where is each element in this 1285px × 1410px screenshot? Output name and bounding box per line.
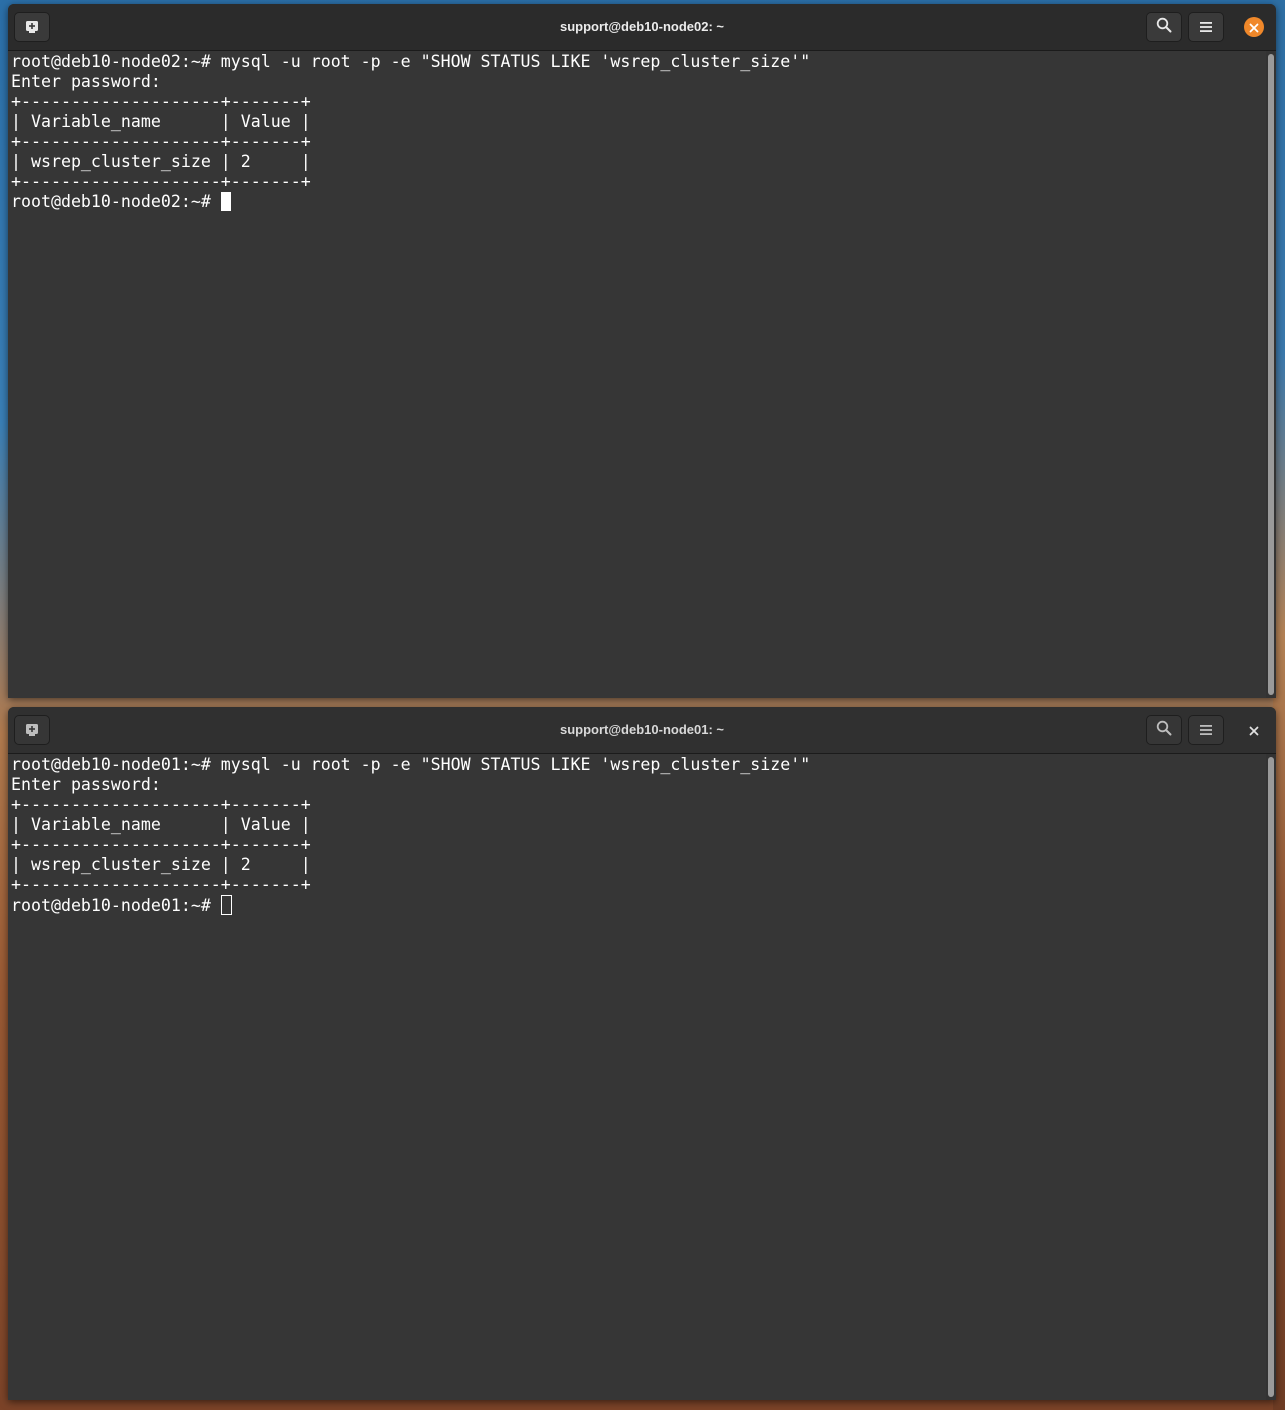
terminal-prompt-line[interactable]: root@deb10-node01:~# — [11, 895, 1266, 915]
close-icon — [1249, 721, 1259, 740]
search-button[interactable] — [1146, 12, 1182, 42]
scrollbar[interactable] — [1266, 51, 1276, 698]
terminal-line: +--------------------+-------+ — [11, 132, 311, 151]
terminal-line: +--------------------+-------+ — [11, 875, 311, 894]
terminal-line: | Variable_name | Value | — [11, 815, 311, 834]
terminal-prompt-line[interactable]: root@deb10-node02:~# — [11, 192, 1266, 212]
terminal-output[interactable]: root@deb10-node02:~# mysql -u root -p -e… — [8, 51, 1266, 698]
search-icon — [1156, 720, 1172, 740]
menu-button[interactable] — [1188, 12, 1224, 42]
terminal-line: root@deb10-node01:~# mysql -u root -p -e… — [11, 755, 811, 774]
scrollbar[interactable] — [1266, 754, 1276, 1400]
menu-button[interactable] — [1188, 715, 1224, 745]
window-titlebar[interactable]: support@deb10-node01: ~ — [8, 707, 1276, 754]
search-button[interactable] — [1146, 715, 1182, 745]
hamburger-menu-icon — [1200, 721, 1212, 740]
terminal-window-node02[interactable]: support@deb10-node02: ~ root@deb10-node0… — [8, 4, 1276, 698]
search-icon — [1156, 17, 1172, 37]
text-cursor — [220, 192, 231, 211]
close-button[interactable] — [1244, 720, 1264, 740]
window-title: support@deb10-node01: ~ — [559, 722, 724, 737]
window-title: support@deb10-node02: ~ — [559, 19, 724, 34]
close-button[interactable] — [1244, 17, 1264, 37]
terminal-window-node01[interactable]: support@deb10-node01: ~ root@deb10-node0… — [8, 707, 1276, 1400]
terminal-output[interactable]: root@deb10-node01:~# mysql -u root -p -e… — [8, 754, 1266, 1400]
window-titlebar[interactable]: support@deb10-node02: ~ — [8, 4, 1276, 51]
terminal-line: root@deb10-node02:~# mysql -u root -p -e… — [11, 52, 811, 71]
terminal-line: Enter password: — [11, 72, 161, 91]
terminal-line: +--------------------+-------+ — [11, 795, 311, 814]
terminal-line: +--------------------+-------+ — [11, 835, 311, 854]
terminal-line: +--------------------+-------+ — [11, 92, 311, 111]
scrollbar-thumb[interactable] — [1268, 757, 1274, 1397]
text-cursor — [220, 895, 232, 915]
shell-prompt: root@deb10-node01:~# — [11, 896, 221, 915]
close-icon — [1249, 18, 1259, 37]
scrollbar-thumb[interactable] — [1268, 54, 1274, 695]
terminal-line: | wsrep_cluster_size | 2 | — [11, 855, 311, 874]
terminal-line: Enter password: — [11, 775, 161, 794]
shell-prompt: root@deb10-node02:~# — [11, 192, 221, 211]
terminal-line: +--------------------+-------+ — [11, 172, 311, 191]
terminal-line: | Variable_name | Value | — [11, 112, 311, 131]
hamburger-menu-icon — [1200, 18, 1212, 37]
terminal-line: | wsrep_cluster_size | 2 | — [11, 152, 311, 171]
